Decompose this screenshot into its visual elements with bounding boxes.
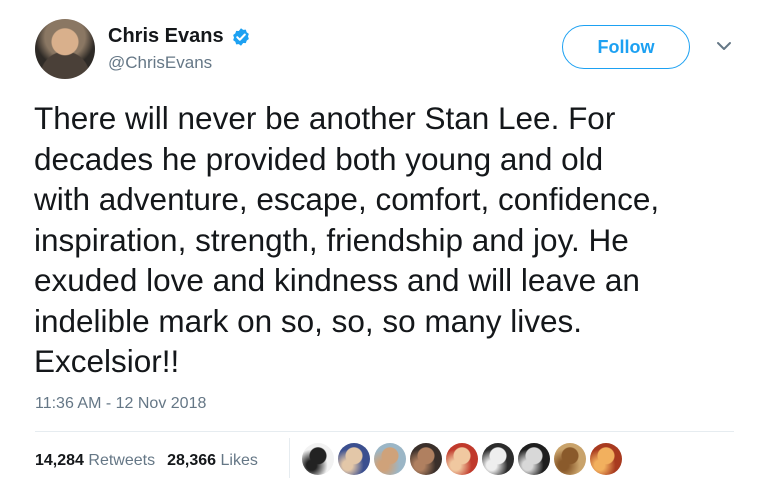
likes-count: 28,366	[167, 452, 217, 469]
liker-avatars	[302, 443, 622, 475]
liker-avatar[interactable]	[410, 443, 442, 475]
author-row: Chris Evans	[108, 25, 251, 48]
verified-badge-icon	[232, 27, 249, 46]
timestamp[interactable]: 11:36 AM - 12 Nov 2018	[35, 395, 206, 413]
likes-label: Likes	[220, 452, 258, 469]
liker-avatar[interactable]	[446, 443, 478, 475]
tweet-stats: 14,284 Retweets 28,366 Likes	[35, 452, 258, 470]
tweet-text: There will never be another Stan Lee. Fo…	[34, 100, 660, 379]
chevron-down-icon[interactable]	[716, 40, 732, 52]
avatar[interactable]	[35, 19, 95, 79]
liker-avatar[interactable]	[338, 443, 370, 475]
retweets-label: Retweets	[88, 452, 156, 469]
stats-divider	[289, 438, 290, 478]
liker-avatar[interactable]	[590, 443, 622, 475]
author-name[interactable]: Chris Evans	[108, 25, 224, 48]
follow-button[interactable]: Follow	[562, 25, 690, 69]
liker-avatar[interactable]	[482, 443, 514, 475]
divider	[35, 431, 734, 432]
liker-avatar[interactable]	[554, 443, 586, 475]
liker-avatar[interactable]	[374, 443, 406, 475]
liker-avatar[interactable]	[518, 443, 550, 475]
retweets-stat[interactable]: 14,284 Retweets	[35, 452, 155, 470]
retweets-count: 14,284	[35, 452, 84, 469]
author-handle[interactable]: @ChrisEvans	[108, 53, 212, 73]
liker-avatar[interactable]	[302, 443, 334, 475]
tweet-card: Chris Evans @ChrisEvans Follow There wil…	[0, 0, 767, 480]
likes-stat[interactable]: 28,366 Likes	[167, 452, 258, 470]
